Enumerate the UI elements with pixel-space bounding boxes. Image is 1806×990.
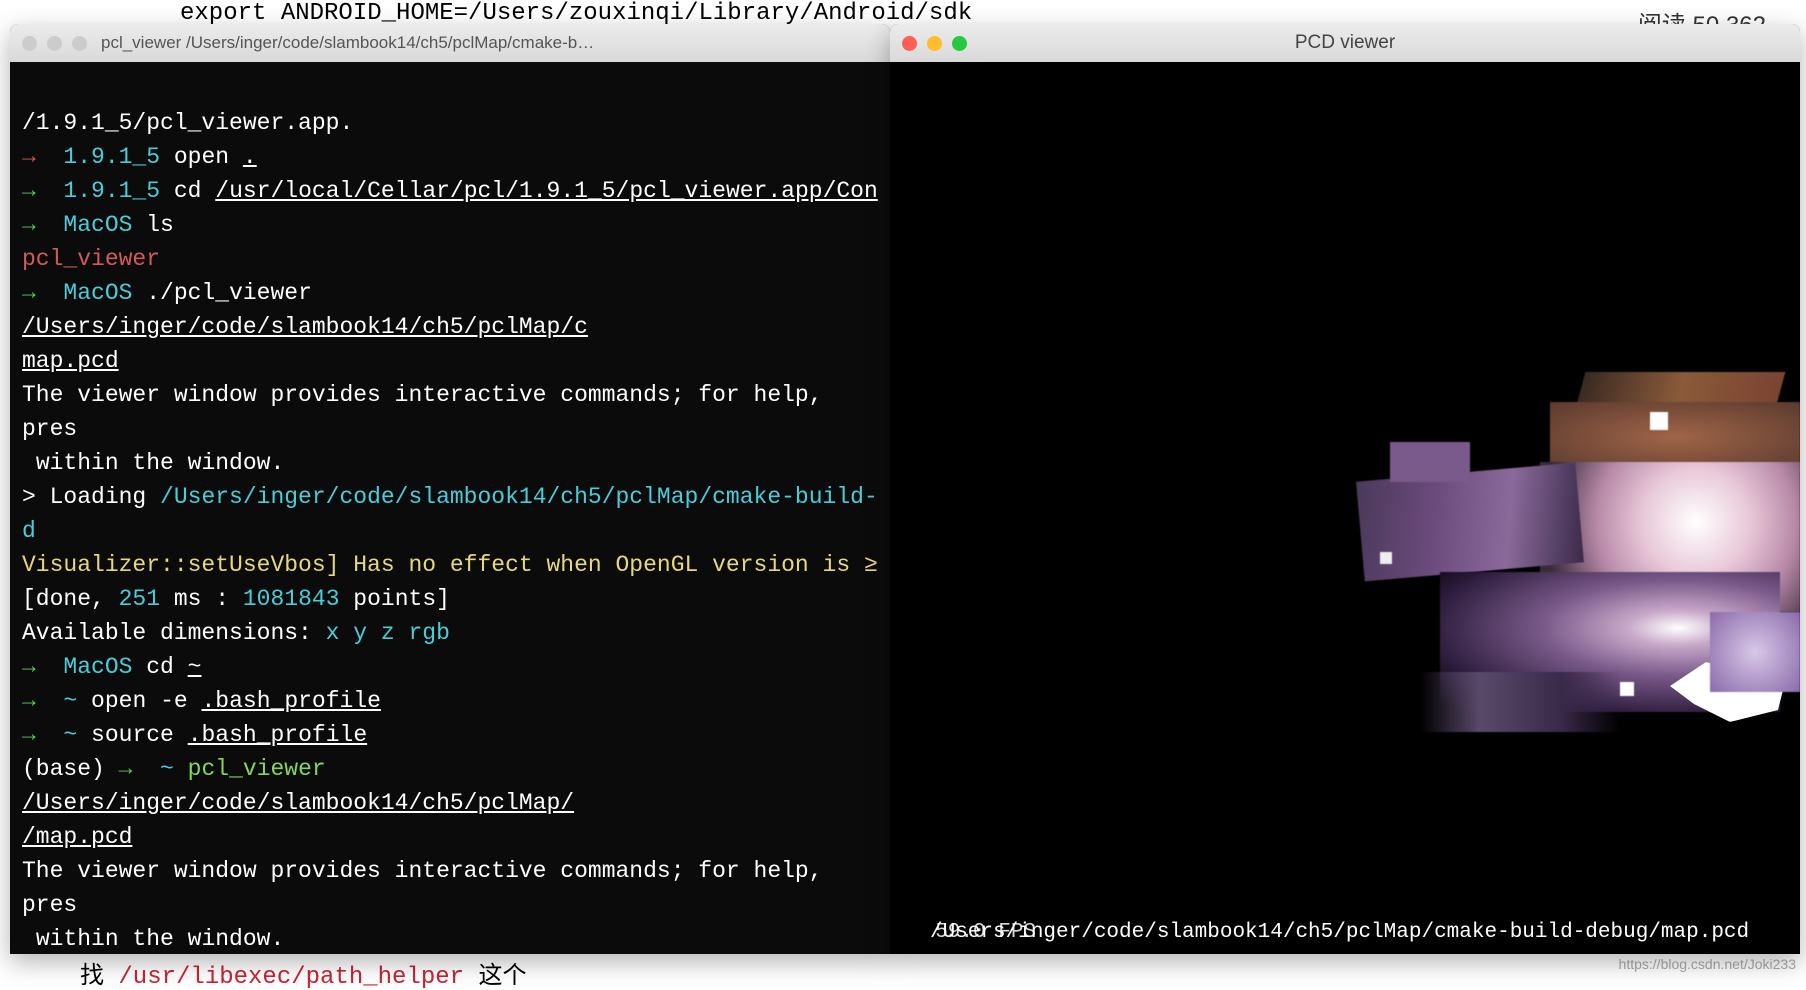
terminal-line: (base) → ~ pcl_viewer /Users/inger/code/… [22,756,574,816]
point-cloud-render [1240,372,1800,752]
terminal-title: pcl_viewer /Users/inger/code/slambook14/… [101,33,594,53]
terminal-line: pcl_viewer [22,246,160,272]
window-controls [22,36,87,51]
terminal-line: /1.9.1_5/pcl_viewer.app. [22,110,353,136]
pcd-viewer-window[interactable]: PCD viewer 59.0 FPS /Users/inger/code/sl… [890,24,1800,954]
terminal-titlebar[interactable]: pcl_viewer /Users/inger/code/slambook14/… [10,24,890,62]
zoom-icon[interactable] [72,36,87,51]
prompt-arrow: → [22,178,63,204]
watermark-url: https://blog.csdn.net/Joki233 [1619,956,1796,972]
terminal-line: within the window. [22,926,284,952]
pcd-titlebar[interactable]: PCD viewer [890,24,1800,62]
prompt-arrow: → [22,688,63,714]
prompt-arrow: → [22,212,63,238]
terminal-line: The viewer window provides interactive c… [22,382,836,442]
terminal-window[interactable]: pcl_viewer /Users/inger/code/slambook14/… [10,24,890,954]
terminal-line: /map.pcd [22,824,132,850]
prompt-arrow: → [22,144,63,170]
terminal-line: map.pcd [22,348,119,374]
pcd-title: PCD viewer [890,32,1800,54]
background-bottom-line: 找 /usr/libexec/path_helper 这个 [80,955,526,990]
terminal-line: [done, 251 ms : 1081843 points] [22,586,450,612]
pcd-canvas[interactable]: 59.0 FPS /Users/inger/code/slambook14/ch… [890,62,1800,954]
background-code-line: export ANDROID_HOME=/Users/zouxinqi/Libr… [180,0,972,27]
prompt-arrow: → [22,654,63,680]
terminal-line: > Loading /Users/inger/code/slambook14/c… [22,484,878,544]
terminal-line: within the window. [22,450,284,476]
terminal-line: Available dimensions: x y z rgb [22,620,450,646]
minimize-icon[interactable] [47,36,62,51]
terminal-warning: Visualizer::setUseVbos] Has no effect wh… [22,552,878,578]
terminal-output[interactable]: /1.9.1_5/pcl_viewer.app. → 1.9.1_5 open … [10,62,890,954]
pcd-path-overlay: /Users/inger/code/slambook14/ch5/pclMap/… [930,921,1749,944]
prompt-arrow: → [22,280,63,306]
prompt-arrow: → [22,722,63,748]
close-icon[interactable] [22,36,37,51]
terminal-line: The viewer window provides interactive c… [22,858,836,918]
